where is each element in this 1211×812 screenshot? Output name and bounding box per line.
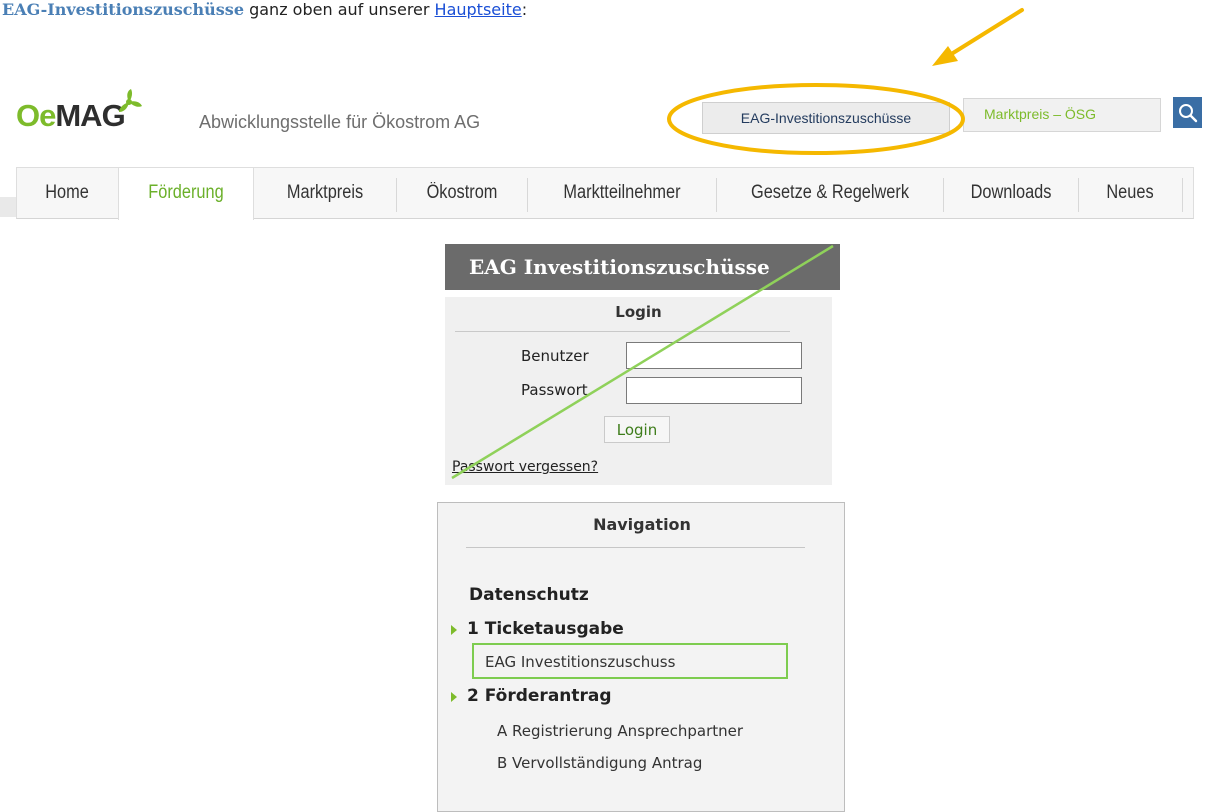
oemag-logo[interactable]: OeMAG bbox=[16, 96, 126, 136]
login-button[interactable]: Login bbox=[604, 416, 670, 443]
nav-home[interactable]: Home bbox=[23, 168, 111, 218]
eag-panel-title: EAG Investitionszuschüsse bbox=[445, 244, 840, 290]
nav-downloads[interactable]: Downloads bbox=[953, 168, 1068, 218]
nav-eag-investitionszuschuss[interactable]: EAG Investitionszuschuss bbox=[485, 653, 675, 671]
intro-middle: ganz oben auf unserer bbox=[244, 0, 435, 19]
nav-marktteilnehmer[interactable]: Marktteilnehmer bbox=[541, 168, 703, 218]
tagline: Abwicklungsstelle für Ökostrom AG bbox=[199, 112, 481, 132]
passwort-vergessen-link[interactable]: Passwort vergessen? bbox=[452, 459, 598, 475]
nav-gesetze-regelwerk[interactable]: Gesetze & Regelwerk bbox=[733, 168, 927, 218]
hauptseite-link[interactable]: Hauptseite bbox=[435, 0, 522, 19]
eag-investitionszuschuesse-button[interactable]: EAG-Investitionszuschüsse bbox=[702, 102, 950, 134]
intro-text: EAG-Investitionszuschüsse ganz oben auf … bbox=[2, 0, 527, 20]
nav-separator bbox=[1182, 178, 1183, 212]
nav-items: Home Förderung Marktpreis Ökostrom Markt… bbox=[16, 168, 1194, 218]
navbar-shade bbox=[0, 197, 16, 217]
logo-oe: Oe bbox=[16, 98, 56, 133]
nav-foerderung[interactable]: Förderung bbox=[128, 168, 245, 218]
intro-highlight: EAG-Investitionszuschüsse bbox=[2, 0, 244, 19]
nav-neues[interactable]: Neues bbox=[1086, 168, 1174, 218]
login-divider bbox=[455, 331, 790, 332]
passwort-label: Passwort bbox=[521, 381, 588, 399]
arrow-right-icon bbox=[451, 625, 457, 635]
marktpreis-oesg-button[interactable]: Marktpreis – ÖSG bbox=[963, 98, 1161, 132]
search-button[interactable] bbox=[1173, 97, 1202, 128]
nav-registrierung-ansprechpartner[interactable]: A Registrierung Ansprechpartner bbox=[497, 722, 743, 740]
search-icon bbox=[1178, 103, 1197, 122]
nav-separator bbox=[527, 178, 528, 212]
pointer-arrow-head bbox=[932, 46, 958, 66]
benutzer-label: Benutzer bbox=[521, 347, 589, 365]
passwort-input[interactable] bbox=[626, 377, 802, 404]
nav-separator bbox=[716, 178, 717, 212]
nav-vervollstaendigung-antrag[interactable]: B Vervollständigung Antrag bbox=[497, 754, 702, 772]
arrow-right-icon bbox=[451, 692, 457, 702]
benutzer-input[interactable] bbox=[626, 342, 802, 369]
navigation-divider bbox=[466, 547, 805, 548]
nav-separator bbox=[1078, 178, 1079, 212]
pointer-arrow-line bbox=[943, 8, 1024, 60]
intro-end: : bbox=[521, 0, 528, 19]
nav-ticketausgabe[interactable]: 1 Ticketausgabe bbox=[467, 619, 624, 639]
nav-datenschutz[interactable]: Datenschutz bbox=[469, 585, 589, 605]
navigation-title: Navigation bbox=[593, 515, 691, 534]
nav-foerderantrag[interactable]: 2 Förderantrag bbox=[467, 686, 612, 706]
nav-oekostrom[interactable]: Ökostrom bbox=[406, 168, 518, 218]
nav-separator bbox=[396, 178, 397, 212]
nav-marktpreis[interactable]: Marktpreis bbox=[264, 168, 386, 218]
login-title: Login bbox=[615, 303, 662, 321]
wind-turbine-icon bbox=[119, 89, 142, 112]
nav-separator bbox=[943, 178, 944, 212]
